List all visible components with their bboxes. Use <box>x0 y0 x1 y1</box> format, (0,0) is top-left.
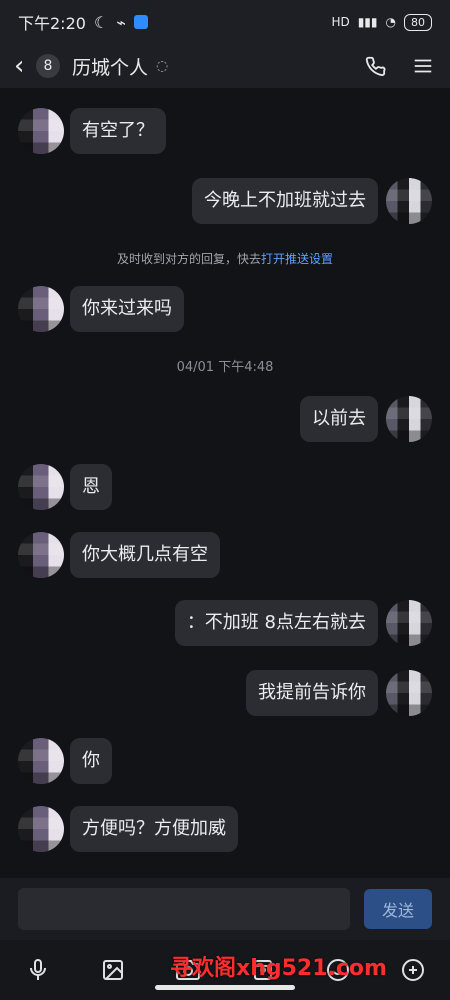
message-row: ：不加班 8点左右就去 <box>174 600 432 646</box>
back-icon[interactable]: ‹ <box>14 51 32 81</box>
message-row: 今晚上不加班就过去 <box>192 178 432 224</box>
send-button[interactable]: 发送 <box>364 889 432 929</box>
phone-call-button[interactable] <box>362 53 388 79</box>
message-row: 你来过来吗 <box>18 286 184 332</box>
message-bubble[interactable]: 你大概几点有空 <box>70 532 220 578</box>
avatar[interactable] <box>386 178 432 224</box>
message-bubble[interactable]: ：不加班 8点左右就去 <box>174 600 378 646</box>
message-bubble[interactable]: 方便吗？方便加威 <box>70 806 238 852</box>
message-row: 方便吗？方便加威 <box>18 806 238 852</box>
message-bubble[interactable]: 有空了？ <box>70 108 166 154</box>
signal-icon: ▮▮▮ <box>357 15 378 29</box>
home-indicator[interactable] <box>155 985 295 990</box>
watermark: 寻欢阁xhg521.com <box>170 956 387 981</box>
message-bubble[interactable]: 你来过来吗 <box>70 286 184 332</box>
message-row: 有空了？ <box>18 108 166 154</box>
avatar[interactable] <box>386 396 432 442</box>
input-bar: 发送 <box>0 878 450 940</box>
message-bubble[interactable]: 今晚上不加班就过去 <box>192 178 378 224</box>
avatar[interactable] <box>18 464 64 510</box>
timestamp: 04/01 下午4:48 <box>176 360 274 375</box>
battery-indicator: 80 <box>404 13 432 31</box>
push-hint: 及时收到对方的回复，快去打开推送设置 <box>0 250 450 267</box>
avatar[interactable] <box>18 286 64 332</box>
avatar[interactable] <box>18 108 64 154</box>
message-row: 以前去 <box>300 396 432 442</box>
wifi-icon: ◔ <box>385 15 396 29</box>
unread-badge: 8 <box>36 54 60 78</box>
moon-icon: ☾ <box>93 12 109 32</box>
menu-icon[interactable] <box>410 53 436 79</box>
push-settings-link[interactable]: 打开 <box>261 252 285 266</box>
message-bubble[interactable]: 我提前告诉你 <box>246 670 378 716</box>
image-icon[interactable] <box>96 953 130 987</box>
message-row: 你 <box>18 738 112 784</box>
mic-icon[interactable] <box>21 953 55 987</box>
avatar[interactable] <box>386 670 432 716</box>
ear-icon: ◌ <box>156 58 169 74</box>
chat-title: 历城个人 <box>72 56 149 79</box>
chat-area[interactable]: 有空了？ 今晚上不加班就过去 及时收到对方的回复，快去打开推送设置 你来过来吗 … <box>0 88 450 878</box>
avatar[interactable] <box>18 806 64 852</box>
message-row: 我提前告诉你 <box>246 670 432 716</box>
status-bar: 下午2:20 ☾ ⌁ HD ▮▮▮ ◔ 80 <box>0 0 450 44</box>
message-input[interactable] <box>18 888 350 930</box>
push-settings-suffix[interactable]: 推送设置 <box>285 252 333 266</box>
status-time: 下午2:20 <box>18 14 86 33</box>
message-bubble[interactable]: 恩 <box>70 464 112 510</box>
avatar[interactable] <box>18 532 64 578</box>
message-row: 恩 <box>18 464 112 510</box>
avatar[interactable] <box>386 600 432 646</box>
network-label: HD <box>331 15 350 29</box>
message-bubble[interactable]: 以前去 <box>300 396 378 442</box>
push-hint-prefix: 及时收到对方的回复，快去 <box>116 252 261 266</box>
nfc-icon: ⌁ <box>116 12 126 32</box>
chat-header: ‹ 8 历城个人 ◌ <box>0 44 450 88</box>
message-bubble[interactable]: 你 <box>70 738 112 784</box>
app-badge-icon <box>133 15 148 29</box>
message-row: 你大概几点有空 <box>18 532 220 578</box>
avatar[interactable] <box>18 738 64 784</box>
